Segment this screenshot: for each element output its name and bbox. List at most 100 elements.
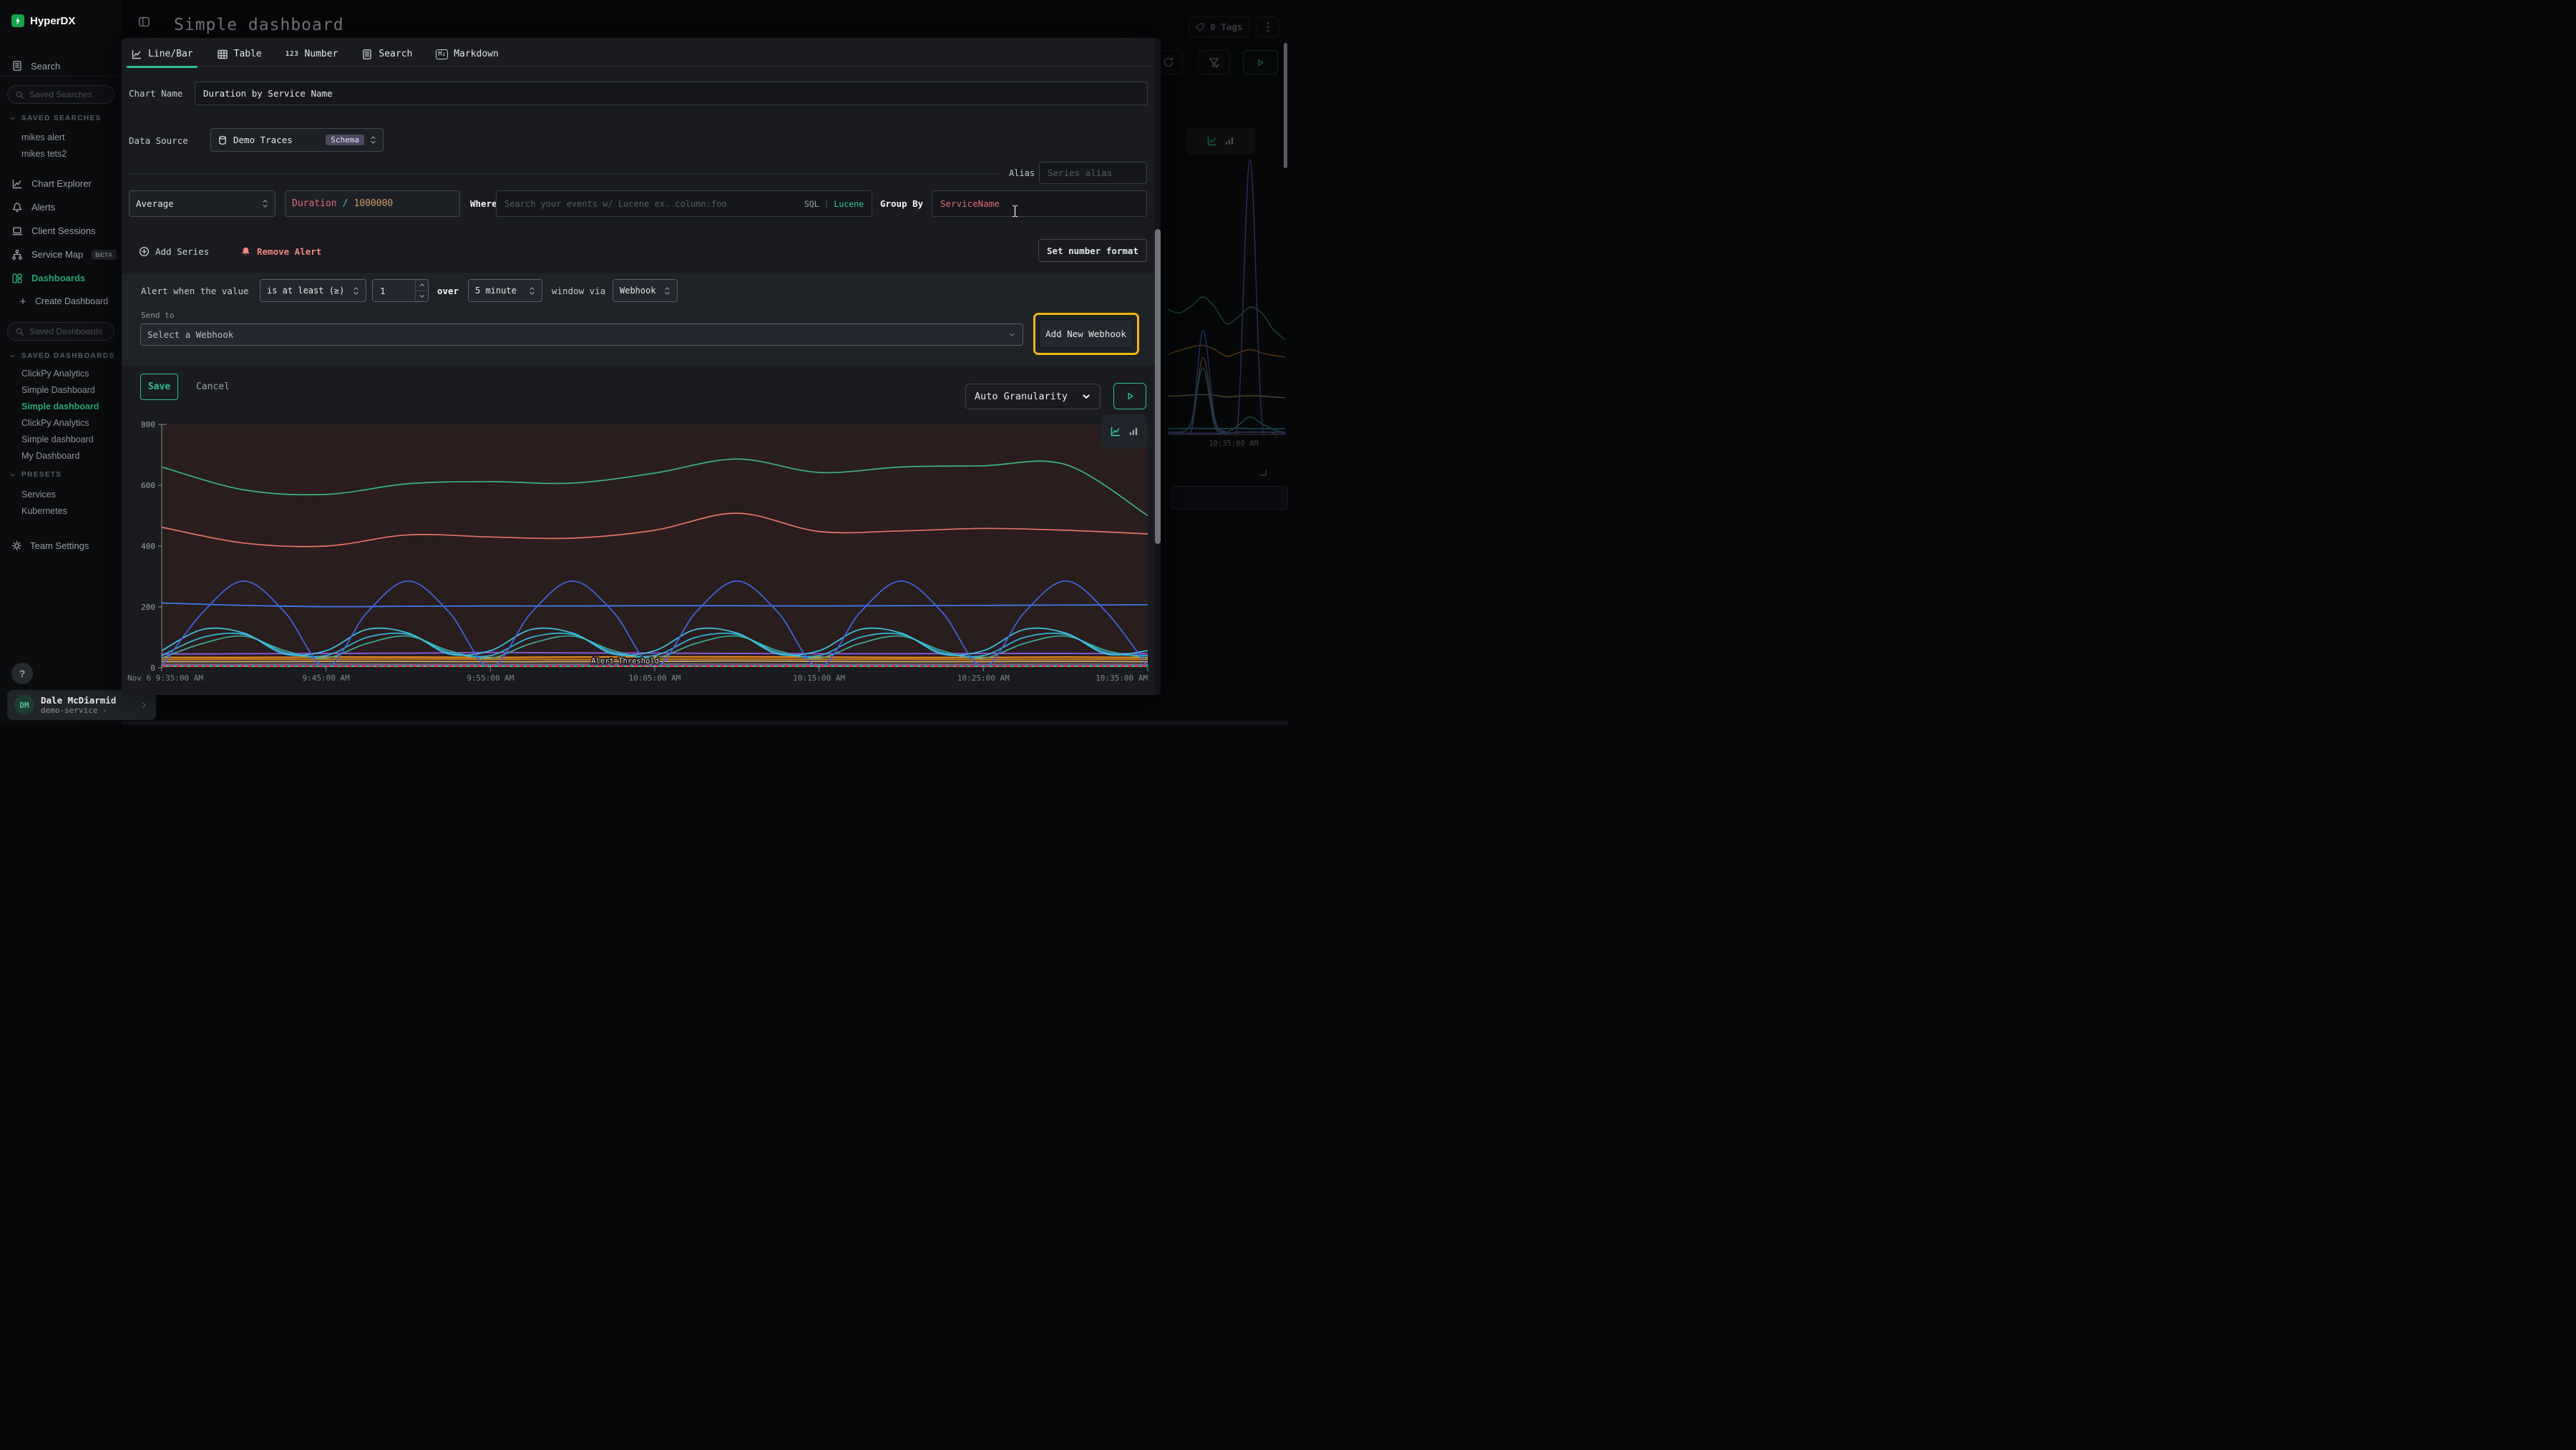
add-series-button[interactable]: Add Series [139, 246, 209, 257]
saved-dashboards-header[interactable]: SAVED DASHBOARDS [9, 352, 122, 360]
saved-dashboards-input[interactable] [29, 326, 107, 336]
data-source-select[interactable]: Demo Traces Schema [210, 128, 384, 152]
set-number-format-button[interactable]: Set number format [1038, 239, 1147, 262]
chevron-down-icon [1008, 331, 1016, 339]
field-expression-input[interactable]: Duration/1000000 [285, 190, 460, 217]
sidebar: HyperDX Search SAVED SEARCHES mikes aler… [0, 0, 122, 725]
alert-channel-select[interactable]: Webhook [613, 279, 678, 302]
saved-searches-input[interactable] [29, 89, 107, 99]
tab-line-bar[interactable]: Line/Bar [129, 42, 195, 67]
updown-icon [262, 198, 268, 209]
modal-scrollbar-thumb[interactable] [1155, 229, 1161, 544]
user-subtitle: demo-service - [41, 706, 133, 715]
saved-search-item[interactable]: mikes alert [21, 129, 67, 145]
sidebar-item-search[interactable]: Search [11, 60, 60, 72]
webhook-select[interactable]: Select a Webhook [140, 323, 1023, 346]
alias-label: Alias [1009, 168, 1035, 178]
stepper-up-icon[interactable] [416, 280, 428, 291]
presets-list: ServicesKubernetes [21, 486, 67, 519]
saved-dashboard-item[interactable]: Simple dashboard [21, 431, 99, 447]
add-new-webhook-button[interactable]: Add New Webhook [1039, 319, 1133, 349]
number-stepper[interactable] [415, 280, 428, 301]
sidebar-item-team-settings[interactable]: Team Settings [11, 540, 89, 551]
sidebar-collapse-icon[interactable] [138, 16, 150, 28]
filter-button[interactable] [1198, 50, 1230, 74]
sidebar-item-client-sessions[interactable]: Client Sessions [11, 219, 117, 243]
presets-header[interactable]: PRESETS [9, 471, 62, 479]
page-scrollbar[interactable] [1284, 43, 1287, 168]
data-source-label: Data Source [129, 135, 188, 146]
sidebar-item-chart-explorer[interactable]: Chart Explorer [11, 172, 117, 195]
series-alias-input[interactable] [1039, 162, 1147, 184]
chevron-down-icon [9, 471, 16, 479]
chart-display-toggle[interactable] [1101, 414, 1147, 449]
page-title[interactable]: Simple dashboard [174, 16, 344, 34]
sidebar-item-dashboards[interactable]: Dashboards [11, 266, 117, 290]
alert-threshold-input[interactable]: 1 [372, 279, 429, 302]
preset-item[interactable]: Kubernetes [21, 502, 67, 519]
plus-circle-icon [139, 246, 150, 257]
group-by-input[interactable] [932, 190, 1147, 217]
saved-dashboard-item[interactable]: Simple Dashboard [21, 381, 99, 398]
saved-dashboard-item[interactable]: Simple dashboard [21, 398, 99, 414]
svg-text:400: 400 [141, 542, 155, 551]
stepper-down-icon[interactable] [416, 291, 428, 302]
help-button[interactable]: ? [11, 663, 33, 684]
tab-table[interactable]: Table [215, 42, 264, 67]
chart-name-input[interactable] [195, 82, 1148, 105]
run-query-button-background[interactable] [1243, 50, 1278, 74]
schema-badge[interactable]: Schema [326, 135, 364, 145]
sql-option[interactable]: SQL [804, 199, 819, 209]
background-panel-input[interactable] [1171, 486, 1288, 510]
sidebar-item-alerts[interactable]: Alerts [11, 195, 117, 219]
where-search-input[interactable]: Search your events w/ Lucene ex. column:… [496, 190, 872, 217]
saved-search-item[interactable]: mikes tets2 [21, 145, 67, 162]
chevron-down-icon [1081, 391, 1091, 402]
granularity-select[interactable]: Auto Granularity [965, 384, 1101, 409]
saved-dashboard-item[interactable]: My Dashboard [21, 447, 99, 464]
alert-window-select[interactable]: 5 minute [468, 279, 542, 302]
doc-icon [361, 49, 373, 60]
saved-searches-search[interactable] [7, 85, 114, 104]
tab-search[interactable]: Search [359, 42, 414, 67]
tab-markdown[interactable]: M↓Markdown [434, 42, 500, 67]
run-chart-button[interactable] [1113, 383, 1146, 409]
brand-logo[interactable]: HyperDX [11, 14, 75, 27]
chevron-right-icon [140, 701, 149, 710]
markdown-icon: M↓ [436, 49, 448, 59]
tab-number[interactable]: 123Number [283, 42, 341, 67]
remove-alert-button[interactable]: Remove Alert [240, 246, 321, 257]
save-button[interactable]: Save [140, 374, 178, 400]
alert-config-panel: Alert when the value is at least (≥) 1 o… [122, 273, 1161, 366]
saved-dashboards-list: ClickPy AnalyticsSimple DashboardSimple … [21, 365, 99, 464]
resize-handle-icon[interactable] [1259, 469, 1267, 476]
more-menu-button[interactable] [1256, 16, 1279, 37]
chart-name-label: Chart Name [129, 88, 182, 99]
cancel-button[interactable]: Cancel [196, 374, 230, 400]
saved-searches-header[interactable]: SAVED SEARCHES [9, 115, 102, 122]
alert-condition-select[interactable]: is at least (≥) [260, 279, 366, 302]
hyperdx-logo-icon [11, 14, 24, 27]
sidebar-item-service-map[interactable]: Service MapBETA [11, 243, 117, 266]
lucene-option[interactable]: Lucene [834, 199, 864, 209]
window-via-label: window via [552, 286, 605, 296]
num123-icon: 123 [286, 50, 299, 58]
alert-when-label: Alert when the value [141, 286, 249, 296]
beta-badge: BETA [92, 250, 117, 260]
group-by-label: Group By [880, 198, 923, 209]
chart-line-icon [131, 49, 142, 60]
svg-text:10:25:00 AM: 10:25:00 AM [957, 673, 1010, 683]
saved-dashboard-item[interactable]: ClickPy Analytics [21, 365, 99, 381]
sidebar-divider [0, 76, 122, 77]
create-dashboard-button[interactable]: Create Dashboard [19, 296, 108, 306]
preset-item[interactable]: Services [21, 486, 67, 502]
tags-button[interactable]: 0 Tags [1189, 16, 1249, 37]
chart-line-icon [11, 178, 23, 190]
aggregation-select[interactable]: Average [129, 190, 275, 217]
saved-dashboard-item[interactable]: ClickPy Analytics [21, 414, 99, 431]
saved-dashboards-search[interactable] [7, 322, 114, 341]
duration-by-service-chart[interactable]: Alert Threshold0200400600800Nov 6 9:35:0… [122, 419, 1152, 689]
grid-icon [11, 273, 23, 284]
query-language-toggle[interactable]: SQL | Lucene [804, 199, 864, 209]
svg-text:9:45:00 AM: 9:45:00 AM [303, 673, 351, 683]
